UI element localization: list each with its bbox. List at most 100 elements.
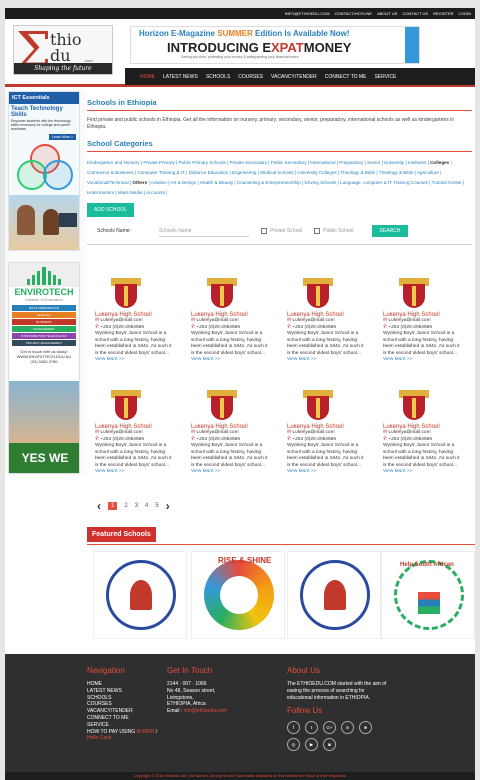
nav-vacancy[interactable]: VACANCY/TENDER	[271, 74, 317, 80]
banner-stripe	[405, 27, 419, 63]
footer-link-vacancy[interactable]: VACANCY/TENDER	[87, 708, 157, 715]
venn-diagram-icon	[17, 144, 73, 192]
view-more-link[interactable]: View More >>	[383, 357, 463, 362]
page-4[interactable]: 4	[145, 503, 148, 509]
ict-ad-bar: ICT Essentials	[9, 92, 79, 104]
dribbble-icon[interactable]: ◎	[287, 738, 300, 752]
page-title: Schools in Ethiopia	[87, 98, 472, 111]
nav-service[interactable]: SERVICE	[374, 74, 396, 80]
category-links[interactable]: Kindergarten and Nursery | Private Prima…	[87, 158, 472, 198]
school-card[interactable]: Lukenya High School ✉ Lukenya@mail.com ✆ +…	[287, 278, 367, 362]
prev-page-icon[interactable]: ‹	[97, 499, 101, 513]
footer-link-hellocash[interactable]: Hello Cash	[87, 735, 157, 742]
instagram-icon[interactable]: ◙	[323, 738, 336, 752]
featured-school-logo-2[interactable]: RISE & SHINE	[191, 551, 285, 639]
envirotech-ad[interactable]: ENVIROTECH Institute of Education IELTS …	[8, 262, 80, 474]
topbar-email-link[interactable]: INFO@ETHIOEDU.COM	[285, 11, 330, 16]
footer-link-schools[interactable]: SCHOOLS	[87, 695, 157, 702]
page-1[interactable]: 1	[108, 502, 118, 510]
school-card[interactable]: Lukenya High School ✉ Lukenya@mail.com ✆ +…	[95, 390, 175, 474]
footer-link-news[interactable]: LATEST NEWS	[87, 688, 157, 695]
nav-home[interactable]: HOME	[140, 74, 155, 80]
view-more-link[interactable]: View More >>	[191, 469, 271, 474]
envelope-icon: ✉	[383, 430, 388, 435]
school-card[interactable]: Lukenya High School ✉ Lukenya@mail.com ✆ +…	[191, 278, 271, 362]
computer-screen	[59, 213, 77, 227]
topbar-hotline-link[interactable]: CONTACT/HOTLINE	[335, 11, 372, 16]
twitter-icon[interactable]: t	[305, 721, 318, 735]
venn-circle-media	[43, 160, 73, 190]
envelope-icon: ✉	[383, 318, 388, 323]
view-more-link[interactable]: View More >>	[287, 357, 367, 362]
school-card[interactable]: Lukenya High School ✉ Lukenya@mail.com ✆ +…	[95, 278, 175, 362]
school-card[interactable]: Lukenya High School ✉ Lukenya@mail.com ✆ +…	[191, 390, 271, 474]
checkbox-box[interactable]	[314, 228, 321, 234]
footer-link-pay[interactable]: HOW TO PAY USING M-BIRR /	[87, 729, 157, 736]
header-ad-banner[interactable]: Horizon E-Magazine SUMMER Edition Is Ava…	[130, 26, 420, 64]
topbar-about-link[interactable]: ABOUT US	[377, 11, 397, 16]
footer-link-home[interactable]: HOME	[87, 681, 157, 688]
school-crest-icon	[207, 390, 237, 422]
nav-connect[interactable]: CONNECT TO ME	[325, 74, 367, 80]
facebook-icon[interactable]: f	[287, 721, 300, 735]
public-school-checkbox[interactable]: Public School	[314, 228, 354, 234]
topbar-contact-link[interactable]: CONTACT US	[402, 11, 428, 16]
view-more-link[interactable]: View More >>	[95, 469, 175, 474]
pagination: ‹ 1 2 3 4 5 ›	[97, 499, 170, 513]
view-more-link[interactable]: View More >>	[95, 357, 175, 362]
school-crest-icon	[303, 390, 333, 422]
banner-line-1: Horizon E-Magazine SUMMER Edition Is Ava…	[139, 29, 350, 38]
view-more-link[interactable]: View More >>	[383, 469, 463, 474]
envelope-icon: ✉	[95, 430, 100, 435]
footer-about-title: About Us	[287, 666, 320, 675]
search-button[interactable]: SEARCH	[371, 225, 409, 237]
footer-link-connect[interactable]: CONNECT TO ME	[87, 715, 157, 722]
ict-ad-text: Empower students with the technology ski…	[11, 119, 71, 131]
featured-school-logo-1[interactable]	[93, 551, 187, 639]
books-icon	[418, 592, 440, 614]
school-description: Wynberg Boys' Junior School is a school …	[95, 443, 172, 468]
view-more-link[interactable]: View More >>	[287, 469, 367, 474]
linkedin-icon[interactable]: in	[341, 721, 354, 735]
ict-ad-photo	[9, 195, 79, 250]
school-name-input[interactable]: Schools Name	[159, 226, 249, 237]
divider	[87, 244, 472, 245]
contact-phone: 2144 · 007 · 1066	[167, 681, 207, 687]
page-3[interactable]: 3	[135, 503, 138, 509]
featured-school-logo-3[interactable]	[287, 551, 381, 639]
nav-latest-news[interactable]: LATEST NEWS	[163, 74, 198, 80]
envirotech-photo	[9, 381, 79, 445]
ict-learn-more-button[interactable]: Learn More >	[49, 134, 76, 140]
school-card[interactable]: Lukenya High School ✉ Lukenya@mail.com ✆ +…	[383, 278, 463, 362]
topbar-login-link[interactable]: LOGIN	[459, 11, 471, 16]
course-pm: PROJECT MANAGEMENT	[12, 340, 76, 346]
contact-address-1: No 48, Season street,	[167, 687, 216, 694]
ict-essentials-ad[interactable]: ICT Essentials Teach Technology Skills E…	[8, 91, 80, 251]
topbar-register-link[interactable]: REGISTER	[433, 11, 453, 16]
next-page-icon[interactable]: ›	[166, 499, 170, 513]
private-school-checkbox[interactable]: Private School	[261, 228, 302, 234]
view-more-link[interactable]: View More >>	[191, 357, 271, 362]
add-school-button[interactable]: ADD SCHOOL	[87, 203, 135, 217]
google-plus-icon[interactable]: G+	[323, 721, 336, 735]
rise-shine-text: RISE & SHINE	[218, 556, 272, 565]
copyright: Copyright © 2016 ethioedu.com | All Name…	[5, 772, 475, 780]
nav-courses[interactable]: COURSES	[238, 74, 263, 80]
featured-school-logo-4[interactable]: Help South African	[381, 551, 475, 639]
phone-icon: ✆	[191, 324, 196, 330]
phone-icon: ✆	[287, 324, 292, 330]
school-card[interactable]: Lukenya High School ✉ Lukenya@mail.com ✆ +…	[287, 390, 367, 474]
school-crest-icon	[207, 278, 237, 310]
checkbox-box[interactable]	[261, 228, 267, 234]
nav-schools[interactable]: SCHOOLS	[206, 74, 230, 80]
contact-email[interactable]: Email : info@ethioedu.com	[167, 708, 227, 715]
school-card[interactable]: Lukenya High School ✉ Lukenya@mail.com ✆ +…	[383, 390, 463, 474]
pinterest-icon[interactable]: ⊕	[359, 721, 372, 735]
page-2[interactable]: 2	[124, 503, 127, 509]
footer-contact: Get In Touch 2144 · 007 · 1066 No 48, Se…	[167, 666, 227, 715]
site-logo[interactable]: Σ thio du .com Shaping the future	[13, 25, 113, 75]
footer-link-courses[interactable]: COURSES	[87, 701, 157, 708]
footer-link-service[interactable]: SERVICE	[87, 722, 157, 729]
page-5[interactable]: 5	[155, 503, 158, 509]
youtube-icon[interactable]: ▶	[305, 738, 318, 752]
